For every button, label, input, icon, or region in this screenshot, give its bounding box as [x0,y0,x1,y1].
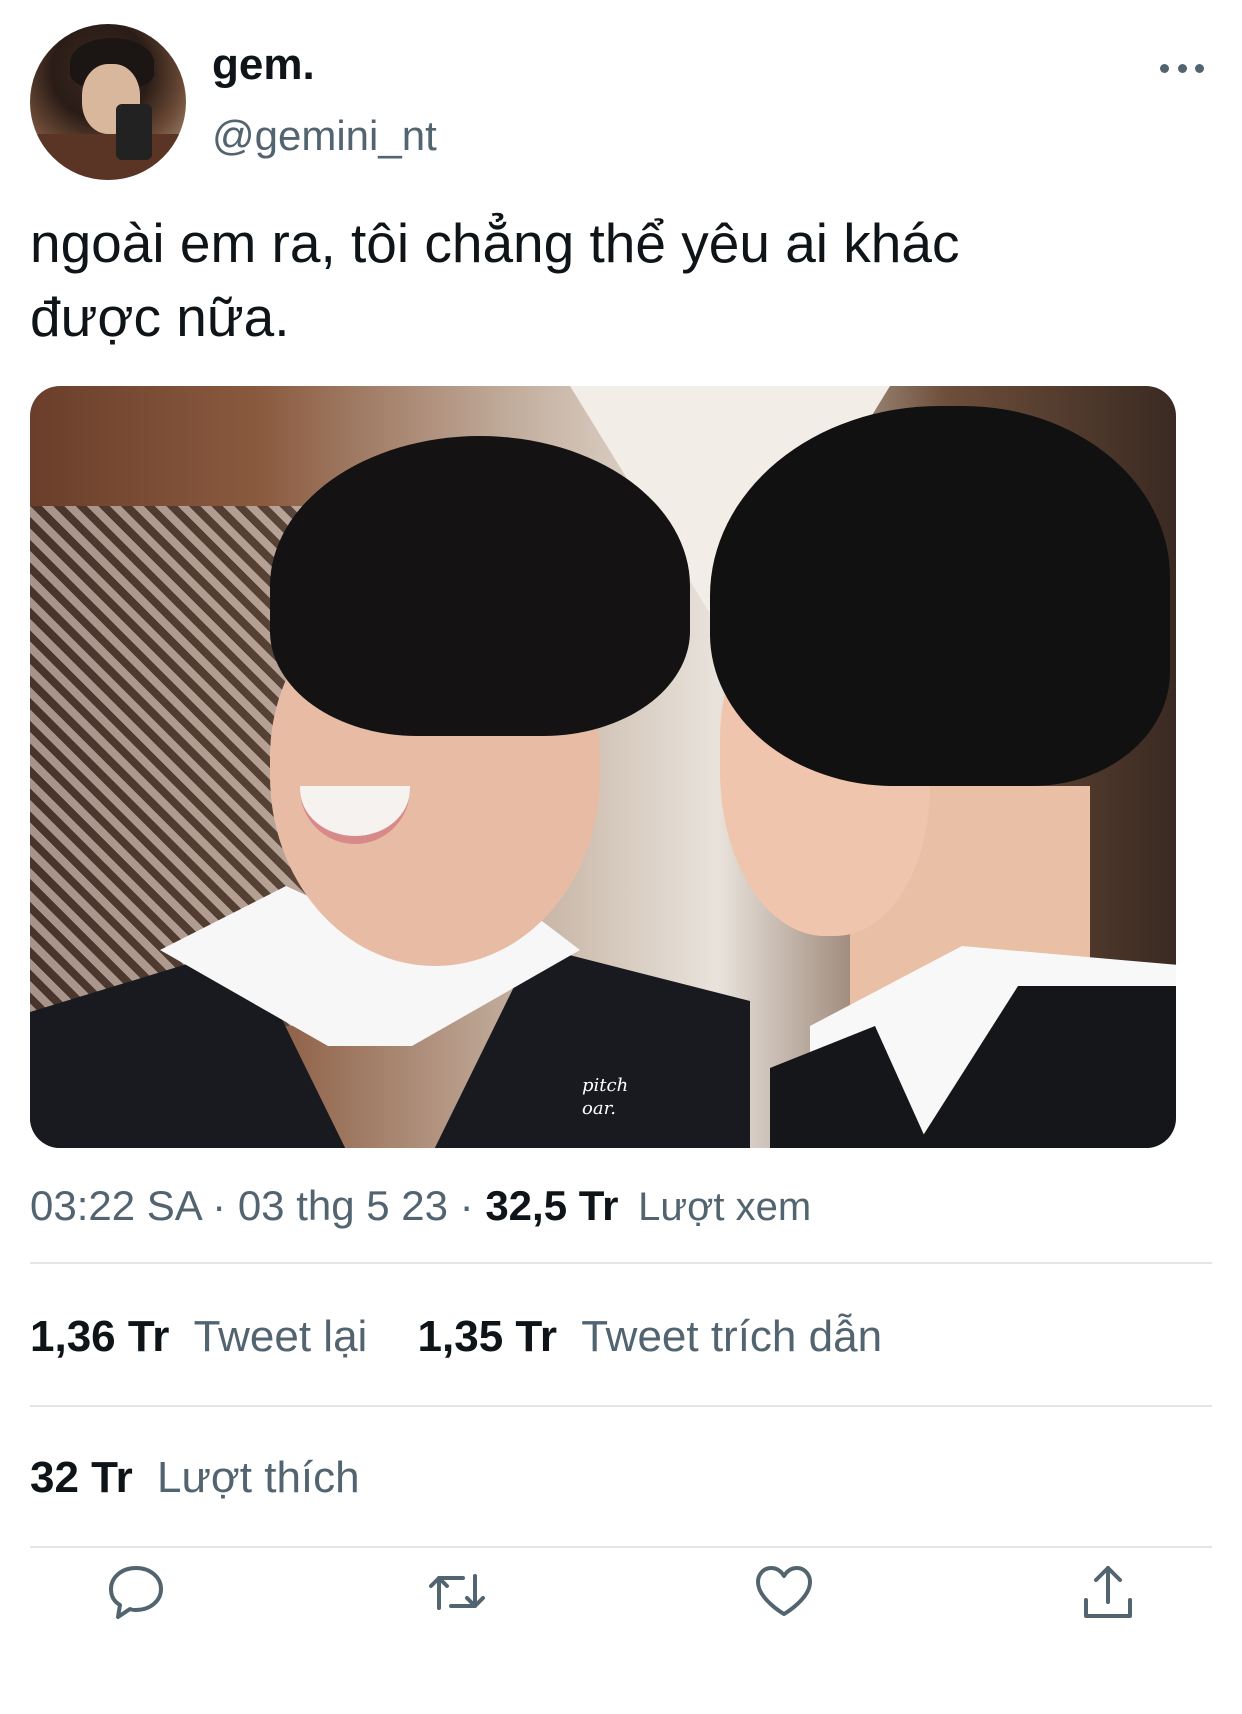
photo-watermark: pitch oar. [582,1075,629,1119]
tweet-media-photo[interactable]: pitch oar. [30,386,1176,1148]
likes-stats-row: 32 Tr Lượt thích [30,1453,360,1503]
retweet-stats-row: 1,36 Tr Tweet lại 1,35 Tr Tweet trích dẫ… [30,1312,882,1362]
tweet-meta: 03:22 SA · 03 thg 5 23 · 32,5 Tr Lượt xe… [30,1182,811,1230]
more-horizontal-icon[interactable] [1160,60,1204,76]
likes-stat[interactable]: 32 Tr Lượt thích [30,1453,360,1502]
quotes-label: Tweet trích dẫn [581,1312,883,1361]
share-icon[interactable] [1076,1560,1140,1624]
more-dot [1177,63,1187,73]
tweet-time[interactable]: 03:22 SA [30,1182,200,1229]
likes-count: 32 Tr [30,1453,133,1502]
retweet-icon[interactable] [425,1560,489,1624]
display-name[interactable]: gem. [212,40,315,90]
avatar-jacket [30,134,186,180]
divider [30,1262,1212,1264]
quotes-stat[interactable]: 1,35 Tr Tweet trích dẫn [418,1312,883,1361]
views-label: Lượt xem [638,1185,812,1229]
tweet-text-line: được nữa. [30,286,290,348]
photo-person-left-hair [270,436,690,736]
divider [30,1546,1212,1548]
meta-separator: · [212,1182,238,1229]
more-dot [1195,63,1204,73]
user-handle[interactable]: @gemini_nt [212,112,437,160]
views-count: 32,5 Tr [485,1182,619,1229]
reply-icon[interactable] [104,1560,168,1624]
tweet-text: ngoài em ra, tôi chẳng thể yêu ai khác đ… [30,206,1210,354]
more-dot [1160,63,1169,73]
quotes-count: 1,35 Tr [417,1312,557,1361]
avatar[interactable] [30,24,186,180]
retweets-count: 1,36 Tr [30,1312,170,1361]
photo-person-right-hair [710,406,1170,786]
meta-separator: · [459,1182,486,1229]
tweet-text-line: ngoài em ra, tôi chẳng thể yêu ai khác [30,212,960,274]
likes-label: Lượt thích [156,1453,360,1502]
retweets-stat[interactable]: 1,36 Tr Tweet lại [30,1312,380,1361]
avatar-phone [116,104,152,160]
tweet-action-bar [0,1560,1242,1660]
retweets-label: Tweet lại [193,1312,368,1361]
divider [30,1405,1212,1407]
heart-icon[interactable] [752,1560,816,1624]
tweet-date[interactable]: 03 thg 5 23 [238,1182,448,1229]
